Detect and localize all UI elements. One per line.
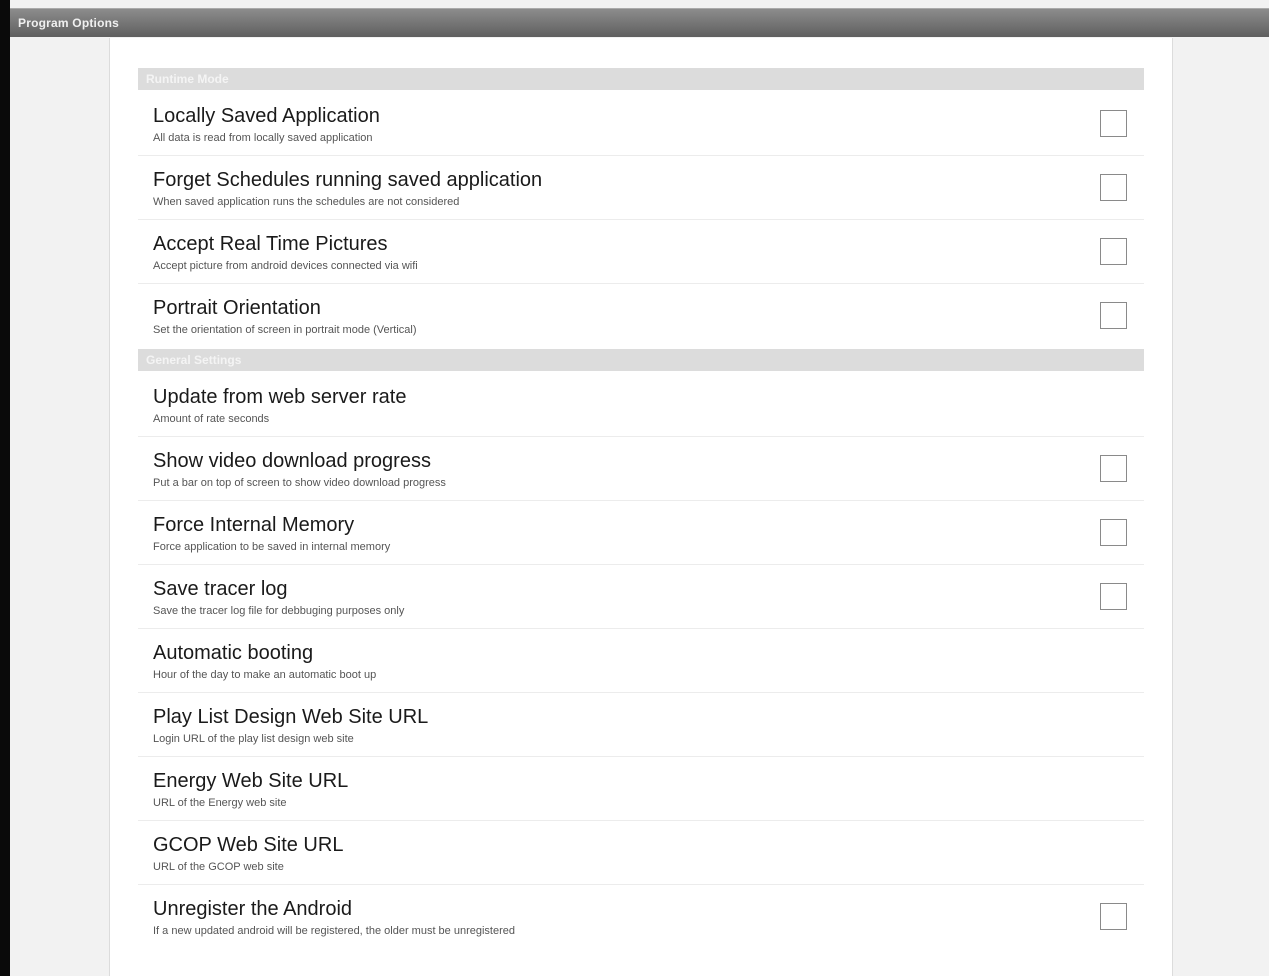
pref-unregister-android[interactable]: Unregister the Android If a new updated … xyxy=(138,885,1144,948)
pref-summary: Amount of rate seconds xyxy=(153,413,270,425)
section-header-runtime-mode: Runtime Mode xyxy=(138,68,1144,90)
pref-accept-real-time-pictures[interactable]: Accept Real Time Pictures Accept picture… xyxy=(138,220,1144,284)
pref-summary: Accept picture from android devices conn… xyxy=(153,260,418,272)
checkbox[interactable] xyxy=(1100,238,1127,265)
pref-portrait-orientation[interactable]: Portrait Orientation Set the orientation… xyxy=(138,284,1144,347)
checkbox[interactable] xyxy=(1100,583,1127,610)
pref-summary: Set the orientation of screen in portrai… xyxy=(153,324,417,336)
pref-title: Portrait Orientation xyxy=(153,297,321,319)
pref-summary: Hour of the day to make an automatic boo… xyxy=(153,669,377,681)
pref-summary: Force application to be saved in interna… xyxy=(153,541,391,553)
pref-title: Energy Web Site URL xyxy=(153,770,349,792)
checkbox[interactable] xyxy=(1100,302,1127,329)
pref-summary: Put a bar on top of screen to show video… xyxy=(153,477,446,489)
pref-forget-schedules[interactable]: Forget Schedules running saved applicati… xyxy=(138,156,1144,220)
section-header-label: General Settings xyxy=(146,353,242,367)
pref-automatic-booting[interactable]: Automatic booting Hour of the day to mak… xyxy=(138,629,1144,693)
pref-summary: When saved application runs the schedule… xyxy=(153,196,460,208)
pref-summary: Login URL of the play list design web si… xyxy=(153,733,354,745)
title-bar: Program Options xyxy=(10,8,1269,37)
pref-summary: URL of the GCOP web site xyxy=(153,861,284,873)
pref-title: Accept Real Time Pictures xyxy=(153,233,388,255)
section-header-label: Runtime Mode xyxy=(146,72,229,86)
pref-show-video-download-progress[interactable]: Show video download progress Put a bar o… xyxy=(138,437,1144,501)
preferences-panel: Runtime Mode Locally Saved Application A… xyxy=(109,38,1173,976)
window-left-edge xyxy=(0,0,10,976)
checkbox[interactable] xyxy=(1100,110,1127,137)
checkbox[interactable] xyxy=(1100,174,1127,201)
window-title: Program Options xyxy=(18,16,120,30)
pref-title: Locally Saved Application xyxy=(153,105,380,127)
pref-title: Unregister the Android xyxy=(153,898,353,920)
pref-title: Play List Design Web Site URL xyxy=(153,706,429,728)
pref-summary: Save the tracer log file for debbuging p… xyxy=(153,605,405,617)
pref-play-list-design-url[interactable]: Play List Design Web Site URL Login URL … xyxy=(138,693,1144,757)
pref-title: GCOP Web Site URL xyxy=(153,834,344,856)
pref-title: Update from web server rate xyxy=(153,386,407,408)
pref-title: Show video download progress xyxy=(153,450,431,472)
pref-summary: If a new updated android will be registe… xyxy=(153,925,515,937)
section-header-general-settings: General Settings xyxy=(138,349,1144,371)
checkbox[interactable] xyxy=(1100,519,1127,546)
pref-update-rate[interactable]: Update from web server rate Amount of ra… xyxy=(138,373,1144,437)
pref-energy-url[interactable]: Energy Web Site URL URL of the Energy we… xyxy=(138,757,1144,821)
pref-summary: URL of the Energy web site xyxy=(153,797,287,809)
pref-save-tracer-log[interactable]: Save tracer log Save the tracer log file… xyxy=(138,565,1144,629)
pref-title: Forget Schedules running saved applicati… xyxy=(153,169,543,191)
pref-title: Automatic booting xyxy=(153,642,314,664)
pref-summary: All data is read from locally saved appl… xyxy=(153,132,373,144)
checkbox[interactable] xyxy=(1100,903,1127,930)
pref-force-internal-memory[interactable]: Force Internal Memory Force application … xyxy=(138,501,1144,565)
pref-title: Force Internal Memory xyxy=(153,514,355,536)
checkbox[interactable] xyxy=(1100,455,1127,482)
pref-locally-saved-application[interactable]: Locally Saved Application All data is re… xyxy=(138,92,1144,156)
pref-title: Save tracer log xyxy=(153,578,288,600)
pref-gcop-url[interactable]: GCOP Web Site URL URL of the GCOP web si… xyxy=(138,821,1144,885)
